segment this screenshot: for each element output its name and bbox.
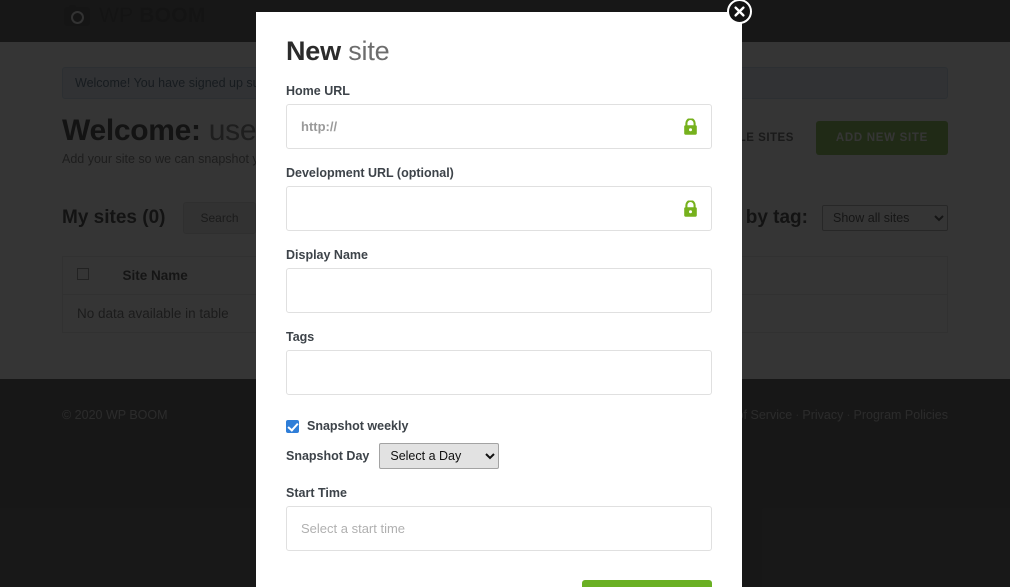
lock-icon xyxy=(684,200,697,217)
display-name-box[interactable] xyxy=(286,268,712,313)
field-display-name: Display Name xyxy=(286,248,712,313)
close-icon xyxy=(734,6,745,17)
field-dev-url: Development URL (optional) xyxy=(286,166,712,231)
modal-title-bold: New xyxy=(286,36,341,66)
snapshot-day-select[interactable]: Select a Day xyxy=(379,443,500,469)
snapshot-weekly-label: Snapshot weekly xyxy=(307,419,409,433)
close-modal-button[interactable] xyxy=(727,0,752,24)
field-tags: Tags xyxy=(286,330,712,395)
display-name-input[interactable] xyxy=(287,269,711,312)
home-url-label: Home URL xyxy=(286,84,350,98)
modal-title: New site xyxy=(286,12,712,67)
new-site-modal: New site Home URL Development URL (optio… xyxy=(256,12,742,587)
dev-url-input[interactable] xyxy=(287,187,711,230)
display-name-label: Display Name xyxy=(286,248,368,262)
field-start-time: Start Time xyxy=(286,486,712,551)
snapshot-day-row: Snapshot Day Select a Day xyxy=(286,443,712,469)
snapshot-weekly-checkbox[interactable] xyxy=(286,419,299,433)
field-home-url: Home URL xyxy=(286,84,712,149)
tags-input[interactable] xyxy=(287,351,711,394)
snapshot-day-label: Snapshot Day xyxy=(286,449,370,463)
modal-actions: CANCEL CREATE SITE xyxy=(286,580,712,587)
dev-url-label: Development URL (optional) xyxy=(286,166,454,180)
home-url-box[interactable] xyxy=(286,104,712,149)
modal-title-light: site xyxy=(340,36,390,66)
start-time-input[interactable] xyxy=(287,507,711,550)
start-time-label: Start Time xyxy=(286,486,347,500)
lock-icon xyxy=(684,118,697,135)
start-time-box[interactable] xyxy=(286,506,712,551)
dev-url-box[interactable] xyxy=(286,186,712,231)
tags-box[interactable] xyxy=(286,350,712,395)
snapshot-weekly-row[interactable]: Snapshot weekly xyxy=(286,419,712,433)
create-site-button[interactable]: CREATE SITE xyxy=(581,580,712,587)
tags-label: Tags xyxy=(286,330,315,344)
home-url-input[interactable] xyxy=(287,105,711,148)
